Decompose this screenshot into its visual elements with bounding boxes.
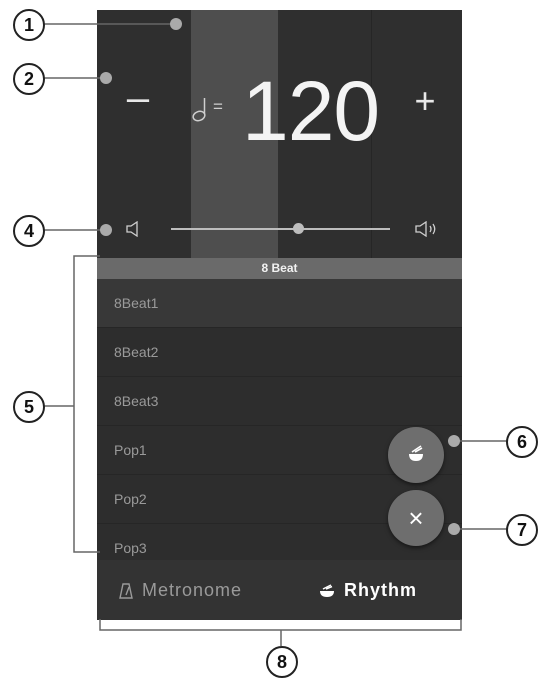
callout-2: 2 [13, 63, 45, 95]
callout-5: 5 [13, 391, 45, 423]
nav-tab-rhythm-label: Rhythm [344, 580, 417, 600]
nav-tab-rhythm[interactable]: Rhythm [319, 560, 417, 620]
callout-8: 8 [266, 646, 298, 678]
drum-icon [320, 584, 334, 598]
volume-slider-thumb[interactable] [292, 223, 304, 234]
metronome-panel: – = 120 + 8 Beat 8Beat1 8Beat2 8Beat3 Po… [97, 10, 462, 620]
volume-low-icon [126, 221, 138, 237]
tempo-value[interactable]: 120 [242, 66, 380, 156]
rhythm-list-item[interactable]: 8Beat1 [97, 279, 462, 328]
callout-1: 1 [13, 9, 45, 41]
callout-6: 6 [506, 426, 538, 458]
rhythm-category-header[interactable]: 8 Beat [97, 258, 462, 279]
quarter-note-icon [192, 98, 206, 122]
volume-slider[interactable] [171, 228, 390, 230]
bottom-navigation: Metronome Rhythm [97, 560, 462, 620]
note-equals-sign: = [213, 97, 223, 116]
callout-7: 7 [506, 514, 538, 546]
volume-high-icon [415, 221, 436, 237]
rhythm-list-item[interactable]: 8Beat2 [97, 328, 462, 377]
nav-tab-metronome[interactable]: Metronome [119, 560, 242, 620]
callout-4: 4 [13, 215, 45, 247]
rhythm-toggle-button[interactable] [388, 427, 444, 483]
tempo-increase-button[interactable]: + [410, 83, 440, 119]
tempo-decrease-button[interactable]: – [123, 78, 153, 118]
rhythm-list-item[interactable]: 8Beat3 [97, 377, 462, 426]
metronome-icon [119, 583, 133, 599]
beat-indicator-1 [97, 10, 191, 259]
close-button[interactable]: × [388, 490, 444, 546]
nav-tab-metronome-label: Metronome [142, 580, 243, 600]
drum-icon [409, 445, 423, 461]
